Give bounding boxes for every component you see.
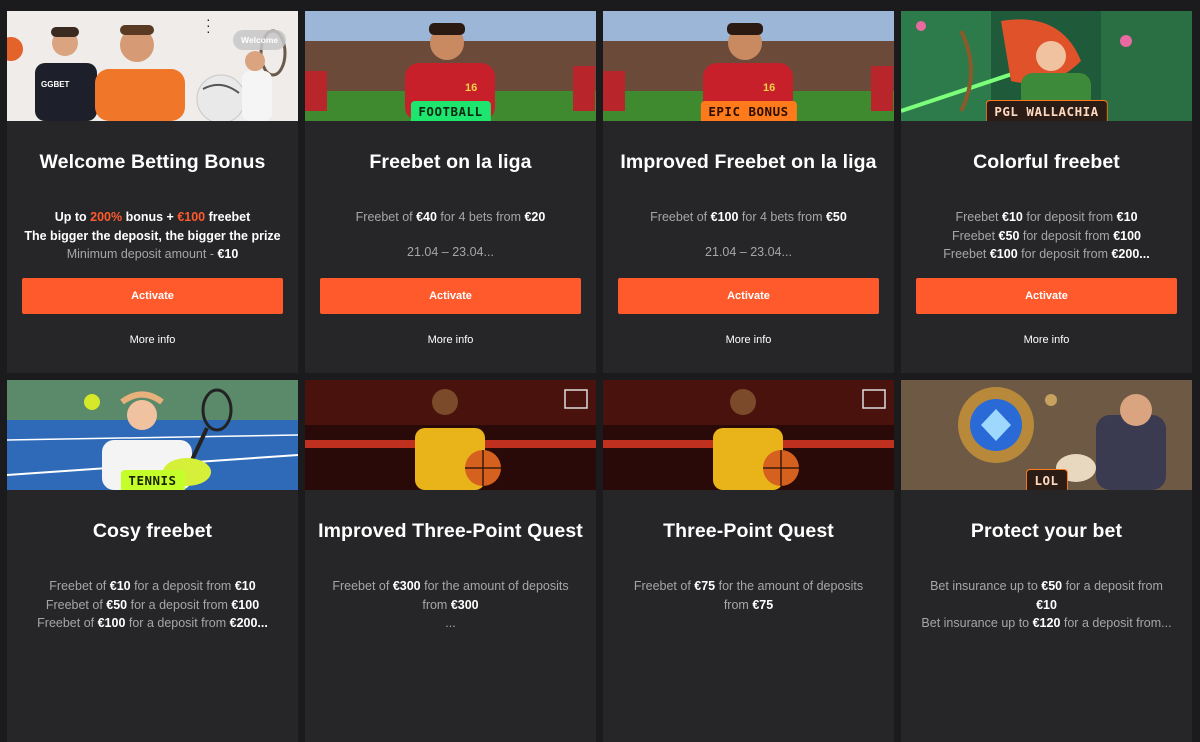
promo-title: Cosy freebet xyxy=(92,520,213,542)
promo-desc-line-2: from €75 xyxy=(723,597,774,612)
promo-card-freebet-la-liga: 16 FOOTBALL Freebet on la liga Freebet o… xyxy=(305,11,596,373)
promo-date: 21.04 – 23.04... xyxy=(705,245,792,259)
promo-desc-line-3: Minimum deposit amount - €10 xyxy=(66,247,239,261)
promo-card-colorful-freebet: PGL WALLACHIA Colorful freebet Freebet €… xyxy=(901,11,1192,373)
more-info-link[interactable]: More info xyxy=(603,334,894,346)
promo-title: Freebet on la liga xyxy=(369,151,532,173)
promo-title: Welcome Betting Bonus xyxy=(39,151,266,173)
promo-desc-line-1: Bet insurance up to €50 for a deposit fr… xyxy=(930,579,1163,593)
banner-tag: EPIC BONUS xyxy=(700,101,797,121)
svg-text:GGBET: GGBET xyxy=(41,80,70,89)
banner-tag: TENNIS xyxy=(120,470,185,490)
promo-title: Improved Three-Point Quest xyxy=(318,520,583,542)
more-info-link[interactable]: More info xyxy=(901,334,1192,346)
promo-desc-line-1: Freebet of €10 for a deposit from €10 xyxy=(49,579,256,593)
promo-card-improved-three-point: Improved Three-Point Quest Freebet of €3… xyxy=(305,380,596,742)
promo-title: Improved Freebet on la liga xyxy=(620,151,877,173)
promo-desc-line-1: Freebet of €75 for the amount of deposit… xyxy=(633,579,864,593)
promo-description: Freebet €10 for deposit from €10 Freebet… xyxy=(913,208,1180,264)
promo-desc-line-2: from €300 xyxy=(422,597,479,612)
promo-desc-line-2: €10 xyxy=(1036,597,1057,612)
svg-text:16: 16 xyxy=(465,82,477,94)
promo-description: Bet insurance up to €50 for a deposit fr… xyxy=(913,577,1180,633)
promo-description: Freebet of €300 for the amount of deposi… xyxy=(317,577,584,633)
promo-banner xyxy=(603,380,894,490)
banner-image-basketball xyxy=(305,380,596,490)
promo-desc-line-1: Freebet of €100 for 4 bets from €50 xyxy=(650,210,847,224)
promo-banner: 16 FOOTBALL xyxy=(305,11,596,121)
promo-title: Colorful freebet xyxy=(973,151,1120,173)
promo-desc-line-3: ... xyxy=(445,616,456,630)
promo-desc-line-3: Bet insurance up to €120 for a deposit f… xyxy=(921,616,1172,630)
promotions-grid: GGBET · · · Welcome Welcome Betting Bonus … xyxy=(7,11,1195,742)
more-info-link[interactable]: More info xyxy=(7,334,298,346)
banner-tag: PGL WALLACHIA xyxy=(985,100,1108,121)
promo-banner: 16 EPIC BONUS xyxy=(603,11,894,121)
banner-image-players: GGBET xyxy=(7,11,298,121)
banner-dots-icon: · · · xyxy=(206,11,211,39)
promo-card-welcome: GGBET · · · Welcome Welcome Betting Bonus … xyxy=(7,11,298,373)
promo-desc-line-1: Freebet of €40 for 4 bets from €20 xyxy=(355,210,546,224)
promo-description: Freebet of €100 for 4 bets from €50 xyxy=(615,208,882,227)
promo-card-protect-your-bet: LOL Protect your bet Bet insurance up to… xyxy=(901,380,1192,742)
promo-title: Three-Point Quest xyxy=(663,520,834,542)
banner-tag: LOL xyxy=(1025,469,1068,490)
promo-desc-line-1: Freebet of €300 for the amount of deposi… xyxy=(332,579,569,593)
promo-description: Freebet of €10 for a deposit from €10 Fr… xyxy=(19,577,286,633)
promo-desc-line-3: Freebet of €100 for a deposit from €200.… xyxy=(37,616,268,630)
promo-banner: PGL WALLACHIA xyxy=(901,11,1192,121)
promo-desc-line-3: Freebet €100 for deposit from €200... xyxy=(943,247,1150,261)
activate-button[interactable]: Activate xyxy=(22,278,283,314)
promo-date: 21.04 – 23.04... xyxy=(407,245,494,259)
promo-desc-line-2: Freebet of €50 for a deposit from €100 xyxy=(45,597,260,612)
promo-description: Freebet of €40 for 4 bets from €20 xyxy=(317,208,584,227)
promo-banner: GGBET · · · Welcome xyxy=(7,11,298,121)
promo-banner: TENNIS xyxy=(7,380,298,490)
activate-button[interactable]: Activate xyxy=(916,278,1177,314)
promo-banner: LOL xyxy=(901,380,1192,490)
promo-card-cosy-freebet: TENNIS Cosy freebet Freebet of €10 for a… xyxy=(7,380,298,742)
promo-card-three-point: Three-Point Quest Freebet of €75 for the… xyxy=(603,380,894,742)
more-info-link[interactable]: More info xyxy=(305,334,596,346)
promo-desc-line-2: Freebet €50 for deposit from €100 xyxy=(951,228,1142,243)
promo-banner xyxy=(305,380,596,490)
svg-text:16: 16 xyxy=(763,82,775,94)
activate-button[interactable]: Activate xyxy=(618,278,879,314)
promo-description: Up to 200% bonus + €100 freebet The bigg… xyxy=(19,208,286,264)
promo-title: Protect your bet xyxy=(970,520,1123,542)
promo-desc-line-1: Up to 200% bonus + €100 freebet xyxy=(54,210,251,224)
promo-desc-line-1: Freebet €10 for deposit from €10 xyxy=(955,210,1138,224)
welcome-badge: Welcome xyxy=(233,30,287,50)
banner-tag: FOOTBALL xyxy=(410,101,491,121)
promo-description: Freebet of €75 for the amount of deposit… xyxy=(615,577,882,614)
banner-image-basketball xyxy=(603,380,894,490)
promo-card-improved-la-liga: 16 EPIC BONUS Improved Freebet on la lig… xyxy=(603,11,894,373)
activate-button[interactable]: Activate xyxy=(320,278,581,314)
promo-desc-line-2: The bigger the deposit, the bigger the p… xyxy=(24,228,281,243)
